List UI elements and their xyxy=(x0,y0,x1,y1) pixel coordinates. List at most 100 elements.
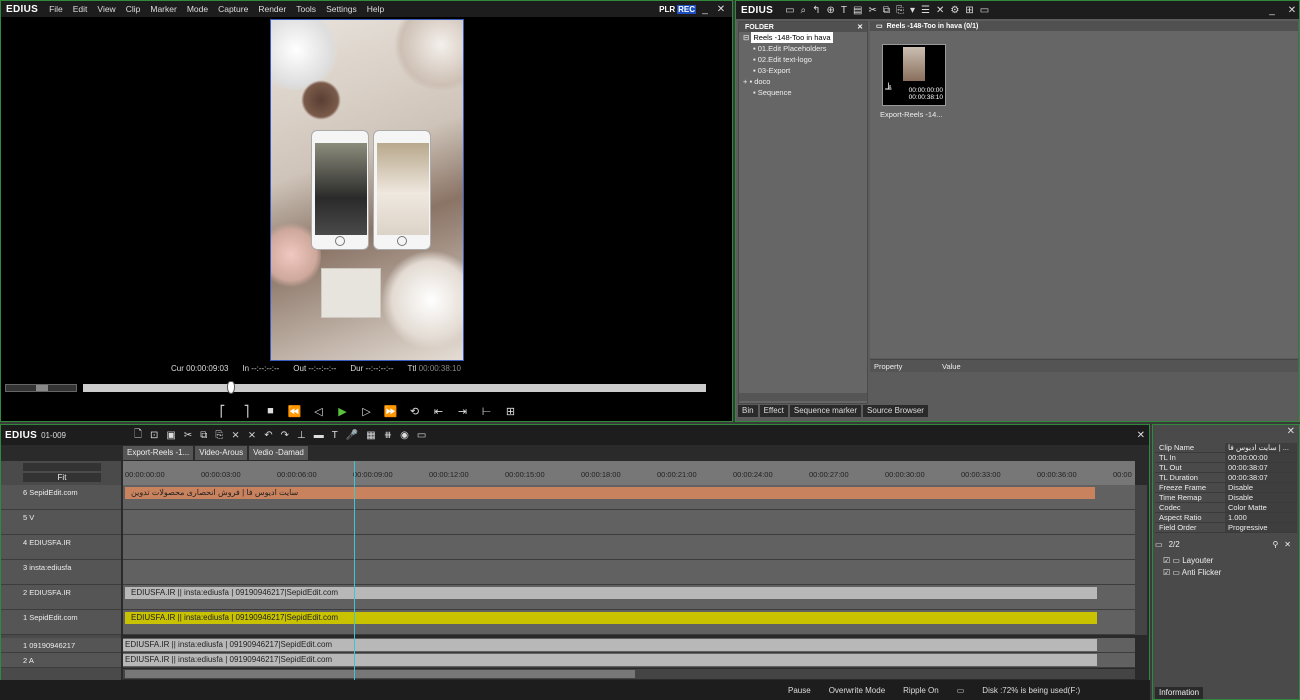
add-clip-icon[interactable]: ⊕ xyxy=(827,5,835,16)
plr-rec-toggle[interactable]: PLR REC _ ✕ xyxy=(659,4,728,15)
copy-icon[interactable]: ⧉ xyxy=(200,430,207,441)
menu-file[interactable]: File xyxy=(44,4,68,14)
list-icon[interactable]: ▭ xyxy=(980,5,989,16)
copy-icon[interactable]: ⧉ xyxy=(883,5,890,16)
step-back-icon[interactable]: ◁ xyxy=(309,405,329,418)
scrub-bar[interactable] xyxy=(5,381,729,395)
play-icon[interactable]: ▶ xyxy=(333,405,353,418)
tree-item[interactable]: ⊟ Reels -148-Too in hava xyxy=(743,32,867,43)
text-clip[interactable]: EDIUSFA.IR || insta:ediusfa | 0919094621… xyxy=(125,587,1097,599)
timeline-close-icon[interactable]: ✕ xyxy=(1137,430,1145,441)
plr-label[interactable]: PLR xyxy=(659,5,675,14)
tab-sequence-marker[interactable]: Sequence marker xyxy=(789,405,862,417)
audio-clip[interactable]: EDIUSFA.IR || insta:ediusfa | 0919094621… xyxy=(123,654,1097,666)
menu-help[interactable]: Help xyxy=(362,4,389,14)
title-clip[interactable]: سایت ادیوس فا | فروش انحصاری محصولات تدو… xyxy=(125,487,1095,499)
track-header[interactable]: 4 EDIUSFA.IR xyxy=(1,535,121,560)
playhead[interactable] xyxy=(354,461,355,691)
shuttle-slider[interactable] xyxy=(5,384,77,392)
rec-label[interactable]: REC xyxy=(677,4,696,14)
insert-icon[interactable]: ⇤ xyxy=(429,405,449,418)
redo-icon[interactable]: ↷ xyxy=(281,430,289,441)
menu-clip[interactable]: Clip xyxy=(121,4,146,14)
tab-sequence[interactable]: Vedio -Damad xyxy=(249,446,308,460)
snap-icon[interactable]: ⊥ xyxy=(297,430,306,441)
track-header[interactable]: 5 V xyxy=(1,510,121,535)
close-icon[interactable]: ✕ xyxy=(714,4,728,15)
track-header[interactable]: 2 EDIUSFA.IR xyxy=(1,585,121,610)
save-icon[interactable]: ▣ xyxy=(166,430,175,441)
cut-point-icon[interactable]: ⊢ xyxy=(477,405,497,418)
track-header[interactable]: 3 insta:ediusfa xyxy=(1,560,121,585)
set-in-icon[interactable]: ⎡ xyxy=(213,405,233,418)
tree-item[interactable]: ▪ 01.Edit Placeholders xyxy=(743,43,867,54)
step-forward-icon[interactable]: ▷ xyxy=(357,405,377,418)
export-icon[interactable]: ⊞ xyxy=(501,405,521,418)
minimize-icon[interactable]: _ xyxy=(698,4,712,15)
filter-item[interactable]: ☑ ▭ Anti Flicker xyxy=(1163,567,1221,579)
tab-sequence[interactable]: Video-Arous xyxy=(195,446,248,460)
fast-forward-icon[interactable]: ⏩ xyxy=(381,405,401,418)
menu-view[interactable]: View xyxy=(92,4,120,14)
open-project-icon[interactable]: ⊡ xyxy=(150,430,158,441)
tab-effect[interactable]: Effect xyxy=(759,405,788,417)
set-out-icon[interactable]: ⎤ xyxy=(237,405,257,418)
scrub-handle[interactable] xyxy=(227,381,235,394)
tree-item[interactable]: ▪ 03-Export xyxy=(743,65,867,76)
cut-icon[interactable]: ✂ xyxy=(184,430,192,441)
clip-thumbnail[interactable]: ⫡ 00:00:00:00 00:00:38:10 xyxy=(882,44,946,106)
menu-capture[interactable]: Capture xyxy=(213,4,253,14)
time-ruler[interactable]: 00:00:00:00 00:00:03:00 00:00:06:00 00:0… xyxy=(123,461,1135,485)
export-icon[interactable]: ▭ xyxy=(417,430,426,441)
paste-icon[interactable]: ⎘ xyxy=(896,5,904,16)
menu-render[interactable]: Render xyxy=(253,4,291,14)
cut-icon[interactable]: ✂ xyxy=(868,5,876,16)
audio-clip[interactable]: EDIUSFA.IR || insta:ediusfa | 0919094621… xyxy=(123,639,1097,651)
mixer-icon[interactable]: ⧻ xyxy=(384,430,392,441)
sequence-icon[interactable]: ☰ xyxy=(921,5,930,16)
menu-marker[interactable]: Marker xyxy=(145,4,181,14)
tab-source-browser[interactable]: Source Browser xyxy=(863,405,928,417)
folder-close-icon[interactable]: ✕ xyxy=(857,23,863,31)
track-header[interactable]: 2 A xyxy=(1,653,121,668)
zoom-slider[interactable] xyxy=(23,463,101,471)
folder-icon[interactable]: ▭ xyxy=(785,5,794,16)
title-icon[interactable]: T xyxy=(332,430,338,441)
position-slider[interactable] xyxy=(83,384,706,392)
paste-icon[interactable]: ⎘ xyxy=(215,430,223,441)
menu-settings[interactable]: Settings xyxy=(321,4,362,14)
menu-tools[interactable]: Tools xyxy=(291,4,321,14)
render-icon[interactable]: ◉ xyxy=(400,430,409,441)
bin-minimize-icon[interactable]: _ xyxy=(1265,5,1279,16)
filter-item[interactable]: ☑ ▭ Layouter xyxy=(1163,555,1221,567)
menu-edit[interactable]: Edit xyxy=(68,4,93,14)
add-timeline-icon[interactable]: ▤ xyxy=(853,5,862,16)
zoom-fit[interactable]: Fit xyxy=(23,473,101,482)
timeline-hscroll[interactable] xyxy=(123,669,1135,679)
loop-icon[interactable]: ⟲ xyxy=(405,405,425,418)
track-header[interactable]: 1 09190946217 xyxy=(1,638,121,653)
properties-icon[interactable]: ⚙ xyxy=(950,5,959,16)
folder-scrollbar[interactable] xyxy=(739,393,867,401)
info-close-icon[interactable]: ✕ xyxy=(1287,426,1295,437)
tab-bin[interactable]: Bin xyxy=(738,405,758,417)
delete-icon[interactable]: ⨯ xyxy=(231,430,239,441)
new-sequence-icon[interactable]: 🗋 xyxy=(134,427,142,444)
up-folder-icon[interactable]: ↰ xyxy=(812,5,820,16)
stop-icon[interactable]: ■ xyxy=(261,405,281,417)
rewind-icon[interactable]: ⏪ xyxy=(285,405,305,418)
timeline-vscroll[interactable] xyxy=(1135,485,1147,635)
tree-item[interactable]: ▪ Sequence xyxy=(743,87,867,98)
track-header[interactable]: 6 SepidEdit.com xyxy=(1,485,121,510)
color-bar-icon[interactable]: ▦ xyxy=(366,430,375,441)
delete-icon[interactable]: ✕ xyxy=(936,5,944,16)
tree-item[interactable]: ▪ 02.Edit text-logo xyxy=(743,54,867,65)
overwrite-icon[interactable]: ⇥ xyxy=(453,405,473,418)
menu-mode[interactable]: Mode xyxy=(182,4,213,14)
ripple-delete-icon[interactable]: ⨯ xyxy=(248,430,256,441)
link-icon[interactable]: ⚲ xyxy=(1272,540,1278,549)
text-clip[interactable]: EDIUSFA.IR || insta:ediusfa | 0919094621… xyxy=(125,612,1097,624)
link-icon[interactable]: ▬ xyxy=(314,430,324,441)
title-icon[interactable]: T xyxy=(841,5,847,16)
bin-close-icon[interactable]: ✕ xyxy=(1285,5,1299,16)
